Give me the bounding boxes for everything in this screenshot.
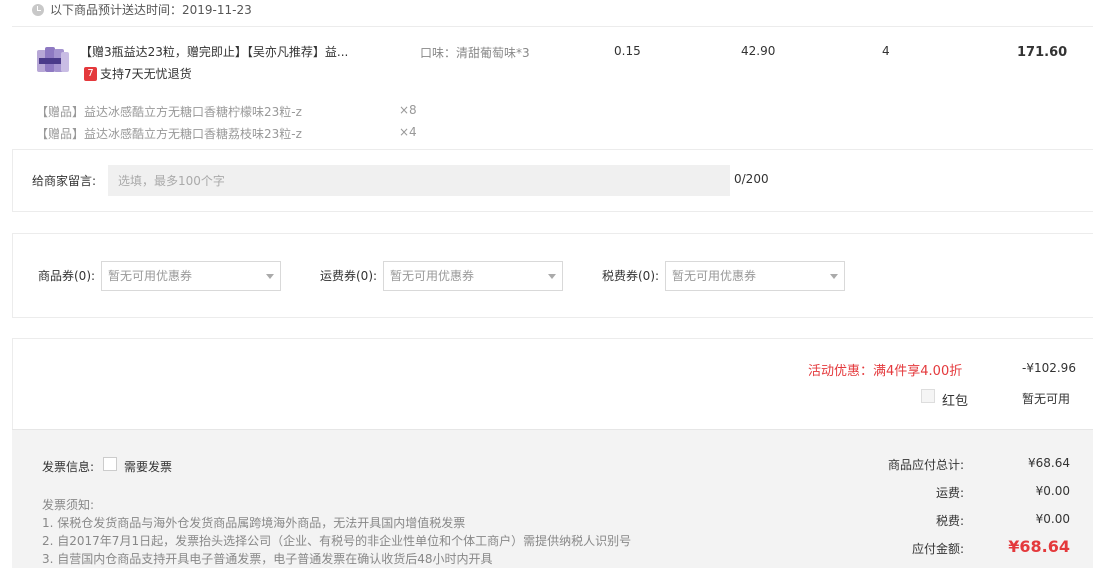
invoice-label: 发票信息: xyxy=(42,460,95,474)
promo-value: -¥102.96 xyxy=(1022,361,1076,375)
shipping-coupon-select[interactable]: 暂无可用优惠券 xyxy=(383,261,563,291)
product-spec: 口味：清甜葡萄味*3 xyxy=(420,46,530,60)
shipping-value: ¥0.00 xyxy=(1035,484,1070,498)
product-title[interactable]: 【赠3瓶益达23粒，赠完即止】【吴亦凡推荐】益... xyxy=(80,43,370,60)
goods-coupon-value: 暂无可用优惠券 xyxy=(108,269,193,283)
message-count: 0/200 xyxy=(734,172,769,186)
seven-day-icon: 7 xyxy=(84,66,97,81)
delivery-text: 以下商品预计送达时间：2019-11-23 xyxy=(50,3,252,17)
chevron-down-icon xyxy=(266,274,274,279)
shipping-label: 运费: xyxy=(935,486,964,500)
delivery-info: 以下商品预计送达时间：2019-11-23 xyxy=(32,1,252,18)
tax-coupon-label: 税费券(0): xyxy=(602,269,660,283)
hongbao-value: 暂无可用 xyxy=(1022,392,1071,406)
product-thumbnail[interactable] xyxy=(36,44,70,76)
tax-coupon-value: 暂无可用优惠券 xyxy=(672,269,757,283)
goods-coupon-select[interactable]: 暂无可用优惠券 xyxy=(101,261,281,291)
chevron-down-icon xyxy=(830,274,838,279)
invoice-notice-item: 3. 自营国内仓商品支持开具电子普通发票，电子普通发票在确认收货后48小时内开具 xyxy=(42,552,493,566)
clock-icon xyxy=(32,3,44,16)
gift-item[interactable]: 【赠品】益达冰感酷立方无糖口香糖柠檬味23粒-z xyxy=(36,103,302,120)
product-price: 42.90 xyxy=(741,44,776,58)
chevron-down-icon xyxy=(548,274,556,279)
message-input[interactable] xyxy=(108,165,730,196)
tax-coupon-select[interactable]: 暂无可用优惠券 xyxy=(665,261,845,291)
gift-qty: ×8 xyxy=(399,103,417,117)
hongbao-checkbox[interactable] xyxy=(921,389,935,403)
promo-section xyxy=(12,338,1093,430)
shipping-coupon-value: 暂无可用优惠券 xyxy=(390,269,475,283)
hongbao-label: 红包 xyxy=(942,394,969,409)
goods-total-value: ¥68.64 xyxy=(1028,456,1070,470)
goods-total-label: 商品应付总计: xyxy=(887,458,964,472)
invoice-notice-title: 发票须知: xyxy=(42,498,95,512)
divider xyxy=(12,26,1093,27)
pay-label: 应付金额: xyxy=(911,542,964,556)
return-policy-text: 支持7天无忧退货 xyxy=(100,67,192,81)
gift-item[interactable]: 【赠品】益达冰感酷立方无糖口香糖荔枝味23粒-z xyxy=(36,125,302,142)
gift-qty: ×4 xyxy=(399,125,417,139)
tax-label: 税费: xyxy=(935,514,964,528)
product-tax: 0.15 xyxy=(614,44,641,58)
invoice-notice-item: 1. 保税仓发货商品与海外仓发货商品属跨境海外商品，无法开具国内增值税发票 xyxy=(42,516,466,530)
invoice-notice-item: 2. 自2017年7月1日起，发票抬头选择公司（企业、有税号的非企业性单位和个体… xyxy=(42,534,632,548)
return-policy: 7 支持7天无忧退货 xyxy=(84,65,192,82)
pay-value: ¥68.64 xyxy=(1008,537,1070,556)
goods-coupon-label: 商品券(0): xyxy=(38,269,96,283)
product-qty: 4 xyxy=(882,44,890,58)
tax-value: ¥0.00 xyxy=(1035,512,1070,526)
promo-label: 活动优惠：满4件享4.00折 xyxy=(808,364,963,379)
invoice-need-label[interactable]: 需要发票 xyxy=(124,458,172,475)
shipping-coupon-label: 运费券(0): xyxy=(320,269,378,283)
invoice-checkbox[interactable] xyxy=(103,457,117,471)
product-image-icon xyxy=(37,47,69,72)
product-total: 171.60 xyxy=(1017,45,1068,60)
message-label: 给商家留言: xyxy=(32,174,97,188)
